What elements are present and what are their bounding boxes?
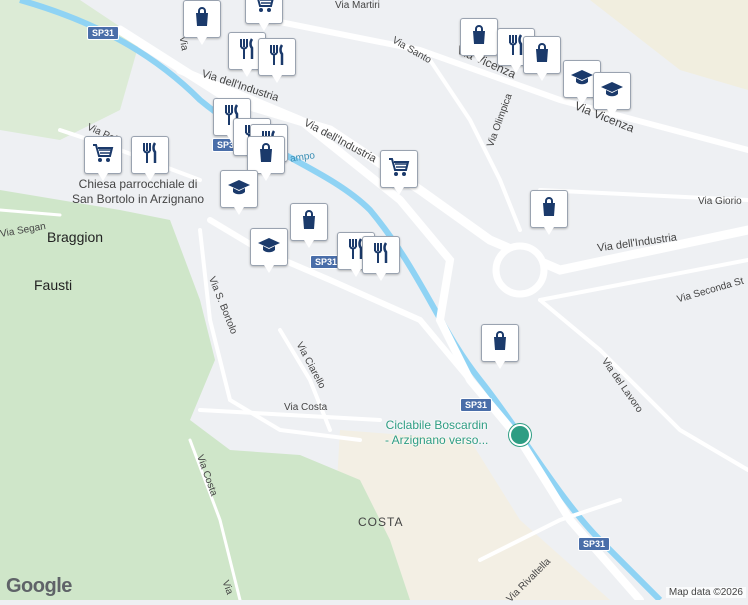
map-marker[interactable]	[593, 72, 631, 117]
cart-icon	[252, 0, 276, 20]
map-canvas[interactable]	[0, 0, 748, 600]
fork-knife-icon	[138, 141, 162, 170]
street-label: Via Martiri	[335, 0, 380, 11]
map-marker[interactable]	[530, 190, 568, 235]
map-marker[interactable]	[481, 324, 519, 369]
roundabout	[492, 242, 548, 298]
bag-icon	[254, 141, 278, 170]
church-label-line: Chiesa parrocchiale di	[78, 177, 198, 191]
fork-knife-icon	[265, 43, 289, 72]
map-marker[interactable]	[245, 0, 283, 31]
google-logo: Google	[6, 575, 72, 597]
place-label: Fausti	[34, 277, 73, 293]
map-marker[interactable]	[183, 0, 221, 45]
cart-icon	[91, 141, 115, 170]
bag-icon	[297, 208, 321, 237]
map-marker[interactable]	[250, 228, 288, 273]
church-label[interactable]: Chiesa parrocchiale di San Bortolo in Ar…	[72, 177, 204, 207]
cart-icon	[387, 155, 411, 184]
road-shield: SP31	[460, 398, 493, 412]
bag-icon	[488, 329, 512, 358]
road-shield: SP31	[578, 537, 611, 551]
bag-icon	[530, 41, 554, 70]
church-label-line: San Bortolo in Arzignano	[72, 192, 205, 206]
map-marker[interactable]	[258, 38, 296, 83]
map-marker[interactable]	[290, 203, 328, 248]
map-marker[interactable]	[220, 170, 258, 215]
grad-cap-icon	[227, 175, 251, 204]
grad-cap-icon	[600, 77, 624, 106]
map-marker[interactable]	[247, 136, 285, 181]
map-marker[interactable]	[84, 136, 122, 181]
fork-knife-icon	[235, 37, 259, 66]
road-shield: SP31	[87, 26, 120, 40]
map-marker[interactable]	[523, 36, 561, 81]
street-label: Via Costa	[284, 402, 328, 413]
grad-cap-icon	[257, 233, 281, 262]
bag-icon	[190, 5, 214, 34]
map-marker[interactable]	[460, 18, 498, 63]
street-label: Via Giorio	[698, 196, 742, 207]
poi-label-line: - Arzignano verso...	[385, 433, 489, 447]
poi-pin-icon[interactable]	[509, 424, 531, 446]
place-label: COSTA	[358, 515, 404, 529]
fork-knife-icon	[369, 241, 393, 270]
place-label: Braggion	[47, 229, 104, 245]
map-marker[interactable]	[362, 236, 400, 281]
map-attribution[interactable]: Map data ©2026	[665, 587, 746, 598]
bag-icon	[537, 195, 561, 224]
map-marker[interactable]	[131, 136, 169, 181]
poi-label-line: Ciclabile Boscardin	[385, 418, 488, 432]
grad-cap-icon	[570, 65, 594, 94]
bag-icon	[467, 23, 491, 52]
poi-label[interactable]: Ciclabile Boscardin - Arzignano verso...	[385, 418, 488, 448]
map-marker[interactable]	[380, 150, 418, 195]
